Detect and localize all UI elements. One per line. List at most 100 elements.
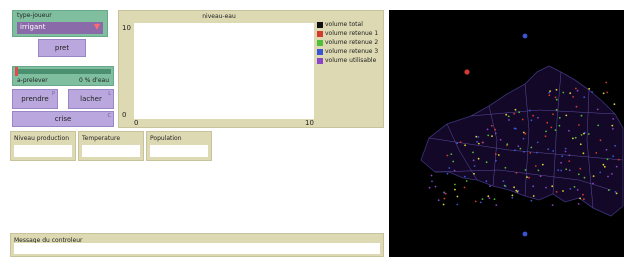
agent-dot <box>568 160 571 163</box>
agent-dot <box>558 117 561 119</box>
agent-dot <box>497 154 500 156</box>
agent-dot <box>493 198 496 201</box>
pret-button[interactable]: pret <box>38 39 86 57</box>
agent-dot <box>560 161 562 164</box>
map-canvas <box>420 33 624 237</box>
agent-dot <box>578 124 580 126</box>
agent-dot <box>597 124 600 127</box>
agent-dot <box>518 111 521 114</box>
agent-dot <box>481 141 484 144</box>
agent-dot <box>564 147 567 150</box>
agent-dot <box>615 165 618 168</box>
monitor-value <box>82 145 140 157</box>
slider-handle[interactable] <box>15 67 18 76</box>
agent-dot <box>526 176 528 179</box>
agent-dot <box>479 201 482 204</box>
agent-dot <box>529 152 532 154</box>
chooser-select[interactable]: irrigant ▼ <box>17 22 103 34</box>
agent-dot <box>565 168 568 171</box>
agent-dot <box>564 150 567 153</box>
x-min-label: 0 <box>134 119 139 127</box>
agent-dot <box>456 142 459 145</box>
agent-dot <box>580 114 583 117</box>
legend-swatch <box>317 39 323 46</box>
plot-legend: volume total volume retenue 1 volume ret… <box>317 20 378 65</box>
agent-dot <box>548 94 551 97</box>
agent-dot <box>446 154 449 157</box>
agent-dot <box>459 141 462 144</box>
agent-dot <box>568 169 571 172</box>
agent-dot <box>548 91 551 94</box>
agent-dot <box>539 175 542 178</box>
agent-dot <box>612 118 615 120</box>
agent-dot <box>552 150 555 152</box>
agent-dot <box>555 98 558 101</box>
agent-dot <box>522 131 525 134</box>
agent-dot <box>434 185 437 188</box>
agent-dot <box>534 165 537 167</box>
agent-dot <box>481 198 484 201</box>
lacher-button[interactable]: lacher L <box>68 89 114 109</box>
agent-dot <box>513 186 515 189</box>
agent-dot <box>473 172 475 175</box>
agent-dot <box>545 186 547 189</box>
agent-dot <box>476 140 478 143</box>
hotkey-icon: P <box>51 91 55 97</box>
agent-dot <box>613 103 616 106</box>
legend-swatch <box>317 57 323 64</box>
agent-dot <box>511 194 514 197</box>
agent-dot <box>517 145 520 148</box>
agent-dot <box>443 197 446 200</box>
agent-dot <box>495 159 497 162</box>
hotkey-icon: C <box>107 113 112 119</box>
agent-dot <box>488 197 491 200</box>
agent-dot <box>549 90 551 92</box>
niveau-eau-plot: niveau-eau 10 0 0 10 volume total volume… <box>118 10 384 128</box>
prendre-button[interactable]: prendre P <box>12 89 58 109</box>
agent-dot <box>606 158 609 161</box>
type-joueur-chooser[interactable]: type-joueur irrigant ▼ <box>12 10 108 37</box>
lacher-label: lacher <box>80 95 102 103</box>
agent-dot <box>606 91 609 94</box>
agent-dot <box>599 171 602 174</box>
agent-dot <box>437 199 440 202</box>
a-prelever-slider[interactable]: a-prelever 0 % d'eau <box>12 66 114 86</box>
agent-dot <box>588 87 591 90</box>
agent-dot <box>463 186 466 189</box>
agent-dot <box>614 144 616 147</box>
agent-dot <box>572 96 574 98</box>
y-min-label: 0 <box>122 111 127 119</box>
agent-dot <box>599 139 602 142</box>
agent-dot <box>511 196 514 199</box>
agent-dot <box>617 158 620 161</box>
chooser-label: type-joueur <box>17 12 52 19</box>
agent-dot <box>532 185 535 188</box>
slider-value: 0 % d'eau <box>79 77 109 84</box>
agent-dot <box>561 155 564 158</box>
agent-dot <box>552 113 554 116</box>
monitor-label: Niveau production <box>14 135 70 142</box>
agent-dot <box>443 191 445 194</box>
agent-dot <box>528 109 531 112</box>
agent-dot <box>602 163 605 166</box>
agent-dot <box>514 149 516 152</box>
reservoir-marker <box>522 231 528 237</box>
agent-dot <box>568 129 570 132</box>
agent-dot <box>603 165 606 168</box>
agent-dot <box>537 116 539 119</box>
pret-label: pret <box>54 44 70 52</box>
agent-dot <box>504 166 507 169</box>
agent-dot <box>575 87 577 90</box>
agent-dot <box>580 134 583 136</box>
plot-title: niveau-eau <box>202 13 236 20</box>
message-controleur-monitor: Message du controleur <box>10 233 384 257</box>
slider-track[interactable] <box>15 69 111 74</box>
agent-dot <box>545 130 547 133</box>
agent-dot <box>431 180 433 183</box>
pump-marker <box>464 69 470 75</box>
agent-dot <box>494 128 497 131</box>
world-view[interactable] <box>389 10 624 257</box>
crise-button[interactable]: crise C <box>12 111 114 127</box>
agent-dot <box>519 147 522 150</box>
y-max-label: 10 <box>122 24 131 32</box>
